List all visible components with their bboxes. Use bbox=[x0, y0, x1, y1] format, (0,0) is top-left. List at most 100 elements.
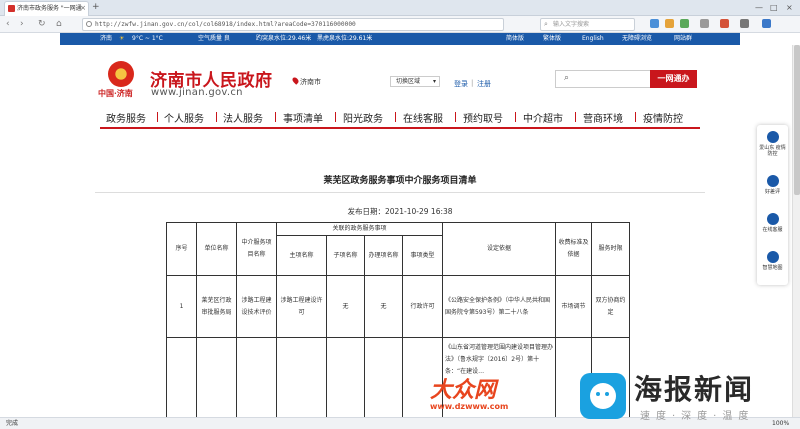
search-icon: ⌕ bbox=[564, 73, 570, 83]
chevron-down-icon: ▾ bbox=[432, 78, 436, 85]
nav-item[interactable]: 个人服务 bbox=[164, 110, 204, 125]
cell-fee-basis: 市场调节 bbox=[555, 275, 593, 338]
cell-handle-item: 无 bbox=[364, 275, 403, 338]
nav-item[interactable]: 营商环境 bbox=[583, 110, 623, 125]
float-item-map[interactable]: 智慧地图 bbox=[757, 251, 788, 271]
header-service: 中介服务项目名称 bbox=[236, 222, 277, 276]
current-city: 济南市 bbox=[300, 78, 321, 86]
spring-level-2: 黑虎泉水位:29.61米 bbox=[317, 35, 373, 42]
site-domain: www.jinan.gov.cn bbox=[151, 87, 243, 98]
back-button[interactable]: ‹ bbox=[6, 19, 10, 29]
map-icon bbox=[766, 251, 779, 263]
search-submit-button[interactable]: 一网通办 bbox=[650, 70, 697, 88]
header-main-item: 主项名称 bbox=[276, 235, 327, 276]
page-scrollbar[interactable] bbox=[792, 45, 800, 417]
favorites-icon[interactable] bbox=[665, 19, 674, 28]
nav-item[interactable]: 预约取号 bbox=[463, 110, 503, 125]
user-icon[interactable] bbox=[762, 19, 771, 28]
haibao-face bbox=[590, 383, 616, 409]
nav-divider bbox=[395, 112, 396, 122]
haibao-title: 海报新闻 bbox=[634, 373, 755, 406]
link-english[interactable]: English bbox=[582, 33, 604, 45]
right-float-panel: 爱山东 疫情防控 好差评 在线客服 智慧地图 bbox=[757, 125, 788, 285]
minimize-button[interactable]: — bbox=[755, 2, 763, 13]
header-no: 序号 bbox=[166, 222, 197, 276]
main-nav: 政务服务 个人服务 法人服务 事项清单 阳光政务 在线客服 预约取号 中介超市 … bbox=[100, 107, 700, 129]
title-divider bbox=[95, 192, 705, 193]
address-bar[interactable]: http://zwfw.jinan.gov.cn/col/col68918/in… bbox=[82, 18, 504, 31]
nav-divider bbox=[157, 112, 158, 122]
float-item-label: 好差评 bbox=[764, 189, 780, 195]
download-icon[interactable] bbox=[680, 19, 689, 28]
login-link[interactable]: 登录 bbox=[454, 79, 468, 89]
region-select[interactable]: 切换区域 ▾ bbox=[390, 76, 440, 87]
cell-no: 1 bbox=[166, 275, 197, 338]
rating-icon bbox=[766, 175, 779, 187]
cell-main-item: 涉路工程建设许可 bbox=[276, 275, 327, 338]
link-site-group[interactable]: 网站群 bbox=[674, 33, 692, 45]
browser-tab[interactable]: 济南市政务服务 "一网通 × bbox=[4, 1, 89, 16]
new-tab-button[interactable]: + bbox=[92, 2, 100, 13]
adblock-icon[interactable] bbox=[720, 19, 729, 28]
header-item-type: 事项类型 bbox=[401, 235, 444, 276]
nav-item[interactable]: 事项清单 bbox=[283, 110, 323, 125]
login-separator: | bbox=[471, 79, 474, 87]
table-row: 1 莱芜区行政审批服务局 涉路工程建设技术评价 涉路工程建设许可 无 无 行政许… bbox=[166, 275, 631, 338]
sun-icon: ☀ bbox=[119, 35, 125, 42]
haibao-slogan: 速度·深度·温度 bbox=[640, 411, 755, 422]
header-time-limit: 服务时限 bbox=[591, 222, 631, 276]
site-search-input[interactable]: ⌕ bbox=[555, 70, 650, 88]
menu-icon[interactable] bbox=[740, 19, 749, 28]
nav-item[interactable]: 中介超市 bbox=[523, 110, 563, 125]
header-basis: 设定依据 bbox=[442, 222, 557, 276]
header-handle-item: 办理项名称 bbox=[364, 235, 403, 276]
extension-icon[interactable] bbox=[650, 19, 659, 28]
dzwww-title: 大众网 bbox=[430, 377, 497, 403]
eye-icon bbox=[605, 392, 609, 396]
float-item-label: 在线客服 bbox=[762, 227, 783, 233]
tab-close-icon[interactable]: × bbox=[80, 2, 86, 15]
cell-no bbox=[166, 337, 197, 428]
customer-service-icon bbox=[766, 213, 779, 225]
scrollbar-thumb[interactable] bbox=[794, 45, 800, 195]
page-info-icon bbox=[86, 21, 92, 27]
site-info-bar: 济南 ☀ 9°C ~ 1°C 空气质量 良 趵突泉水位:29.46米 黑虎泉水位… bbox=[60, 33, 740, 45]
nav-item[interactable]: 政务服务 bbox=[106, 110, 146, 125]
home-button[interactable]: ⌂ bbox=[56, 19, 62, 29]
tab-title: 济南市政务服务 "一网通 bbox=[17, 5, 82, 12]
nav-item[interactable]: 阳光政务 bbox=[343, 110, 383, 125]
address-url: http://zwfw.jinan.gov.cn/col/col68918/in… bbox=[95, 21, 356, 28]
logo-subtitle: 中国·济南 bbox=[98, 88, 133, 98]
site-favicon-icon bbox=[8, 5, 15, 12]
tools-icon[interactable] bbox=[700, 19, 709, 28]
nav-item[interactable]: 在线客服 bbox=[403, 110, 443, 125]
publish-date: 发布日期：2021-10-29 16:38 bbox=[347, 207, 453, 216]
reload-button[interactable]: ↻ bbox=[38, 19, 46, 29]
location-pin-icon bbox=[291, 76, 300, 85]
browser-titlebar: 济南市政务服务 "一网通 × + — □ × bbox=[0, 0, 800, 16]
cell-sub-item: 无 bbox=[326, 275, 365, 338]
float-item-epidemic[interactable]: 爱山东 疫情防控 bbox=[757, 131, 788, 157]
maximize-button[interactable]: □ bbox=[770, 2, 778, 13]
status-text: 完成 bbox=[6, 420, 19, 427]
header-sub-item: 子项名称 bbox=[326, 235, 365, 276]
nav-item[interactable]: 法人服务 bbox=[223, 110, 263, 125]
region-select-label: 切换区域 bbox=[396, 78, 421, 85]
cell-sub-item bbox=[326, 337, 365, 428]
nav-item[interactable]: 疫情防控 bbox=[643, 110, 683, 125]
haibao-watermark: 海报新闻 速度·深度·温度 bbox=[580, 373, 785, 423]
dzwww-url: www.dzwww.com bbox=[430, 402, 509, 411]
cell-service: 涉路工程建设技术评价 bbox=[236, 275, 277, 338]
register-link[interactable]: 注册 bbox=[477, 79, 491, 89]
link-accessibility[interactable]: 无障碍浏览 bbox=[622, 33, 652, 45]
close-window-button[interactable]: × bbox=[786, 2, 793, 13]
link-simplified[interactable]: 简体版 bbox=[506, 33, 524, 45]
search-icon: ⌕ bbox=[544, 20, 548, 28]
browser-search-placeholder: 输入文字搜索 bbox=[553, 21, 590, 28]
browser-search-input[interactable]: ⌕ 输入文字搜索 bbox=[540, 18, 635, 31]
link-traditional[interactable]: 繁体版 bbox=[543, 33, 561, 45]
float-item-service[interactable]: 在线客服 bbox=[757, 213, 788, 233]
cell-main-item bbox=[276, 337, 327, 428]
forward-button[interactable]: › bbox=[20, 19, 24, 29]
float-item-rating[interactable]: 好差评 bbox=[757, 175, 788, 195]
